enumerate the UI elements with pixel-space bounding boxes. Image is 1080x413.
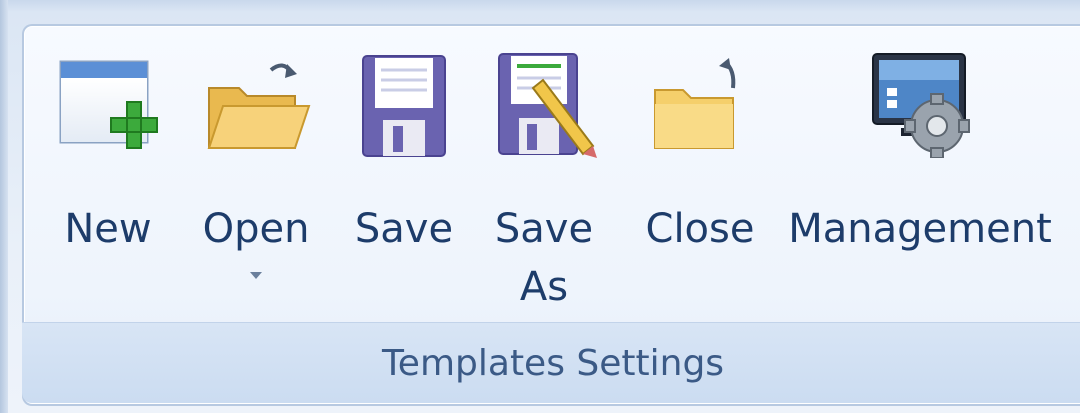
open-folder-icon [201, 48, 311, 158]
management-button-label: Management [788, 206, 1052, 252]
close-button-label: Close [645, 206, 755, 252]
new-document-icon [53, 48, 163, 158]
close-button[interactable]: Close [640, 48, 760, 318]
save-as-label-line1: Save [494, 206, 594, 252]
close-folder-icon [645, 48, 755, 158]
save-button-label: Save [354, 206, 454, 252]
floppy-disk-icon [349, 48, 459, 158]
save-button[interactable]: Save [344, 48, 464, 318]
group-title: Templates Settings [381, 342, 725, 384]
new-button-label: New [64, 206, 152, 252]
management-button[interactable]: Management [788, 48, 1052, 318]
save-as-button[interactable]: Save As [484, 48, 604, 318]
save-as-button-label: Save As [495, 200, 593, 316]
save-as-icon [489, 48, 599, 158]
group-title-bar: Templates Settings [22, 322, 1080, 403]
new-button[interactable]: New [48, 48, 168, 318]
open-dropdown-arrow-icon[interactable] [250, 272, 262, 279]
open-button-label: Open [202, 206, 310, 252]
ribbon-left-edge [0, 0, 8, 413]
save-as-label-line2: As [519, 264, 569, 310]
management-icon [865, 48, 975, 158]
open-button[interactable]: Open [196, 48, 316, 318]
